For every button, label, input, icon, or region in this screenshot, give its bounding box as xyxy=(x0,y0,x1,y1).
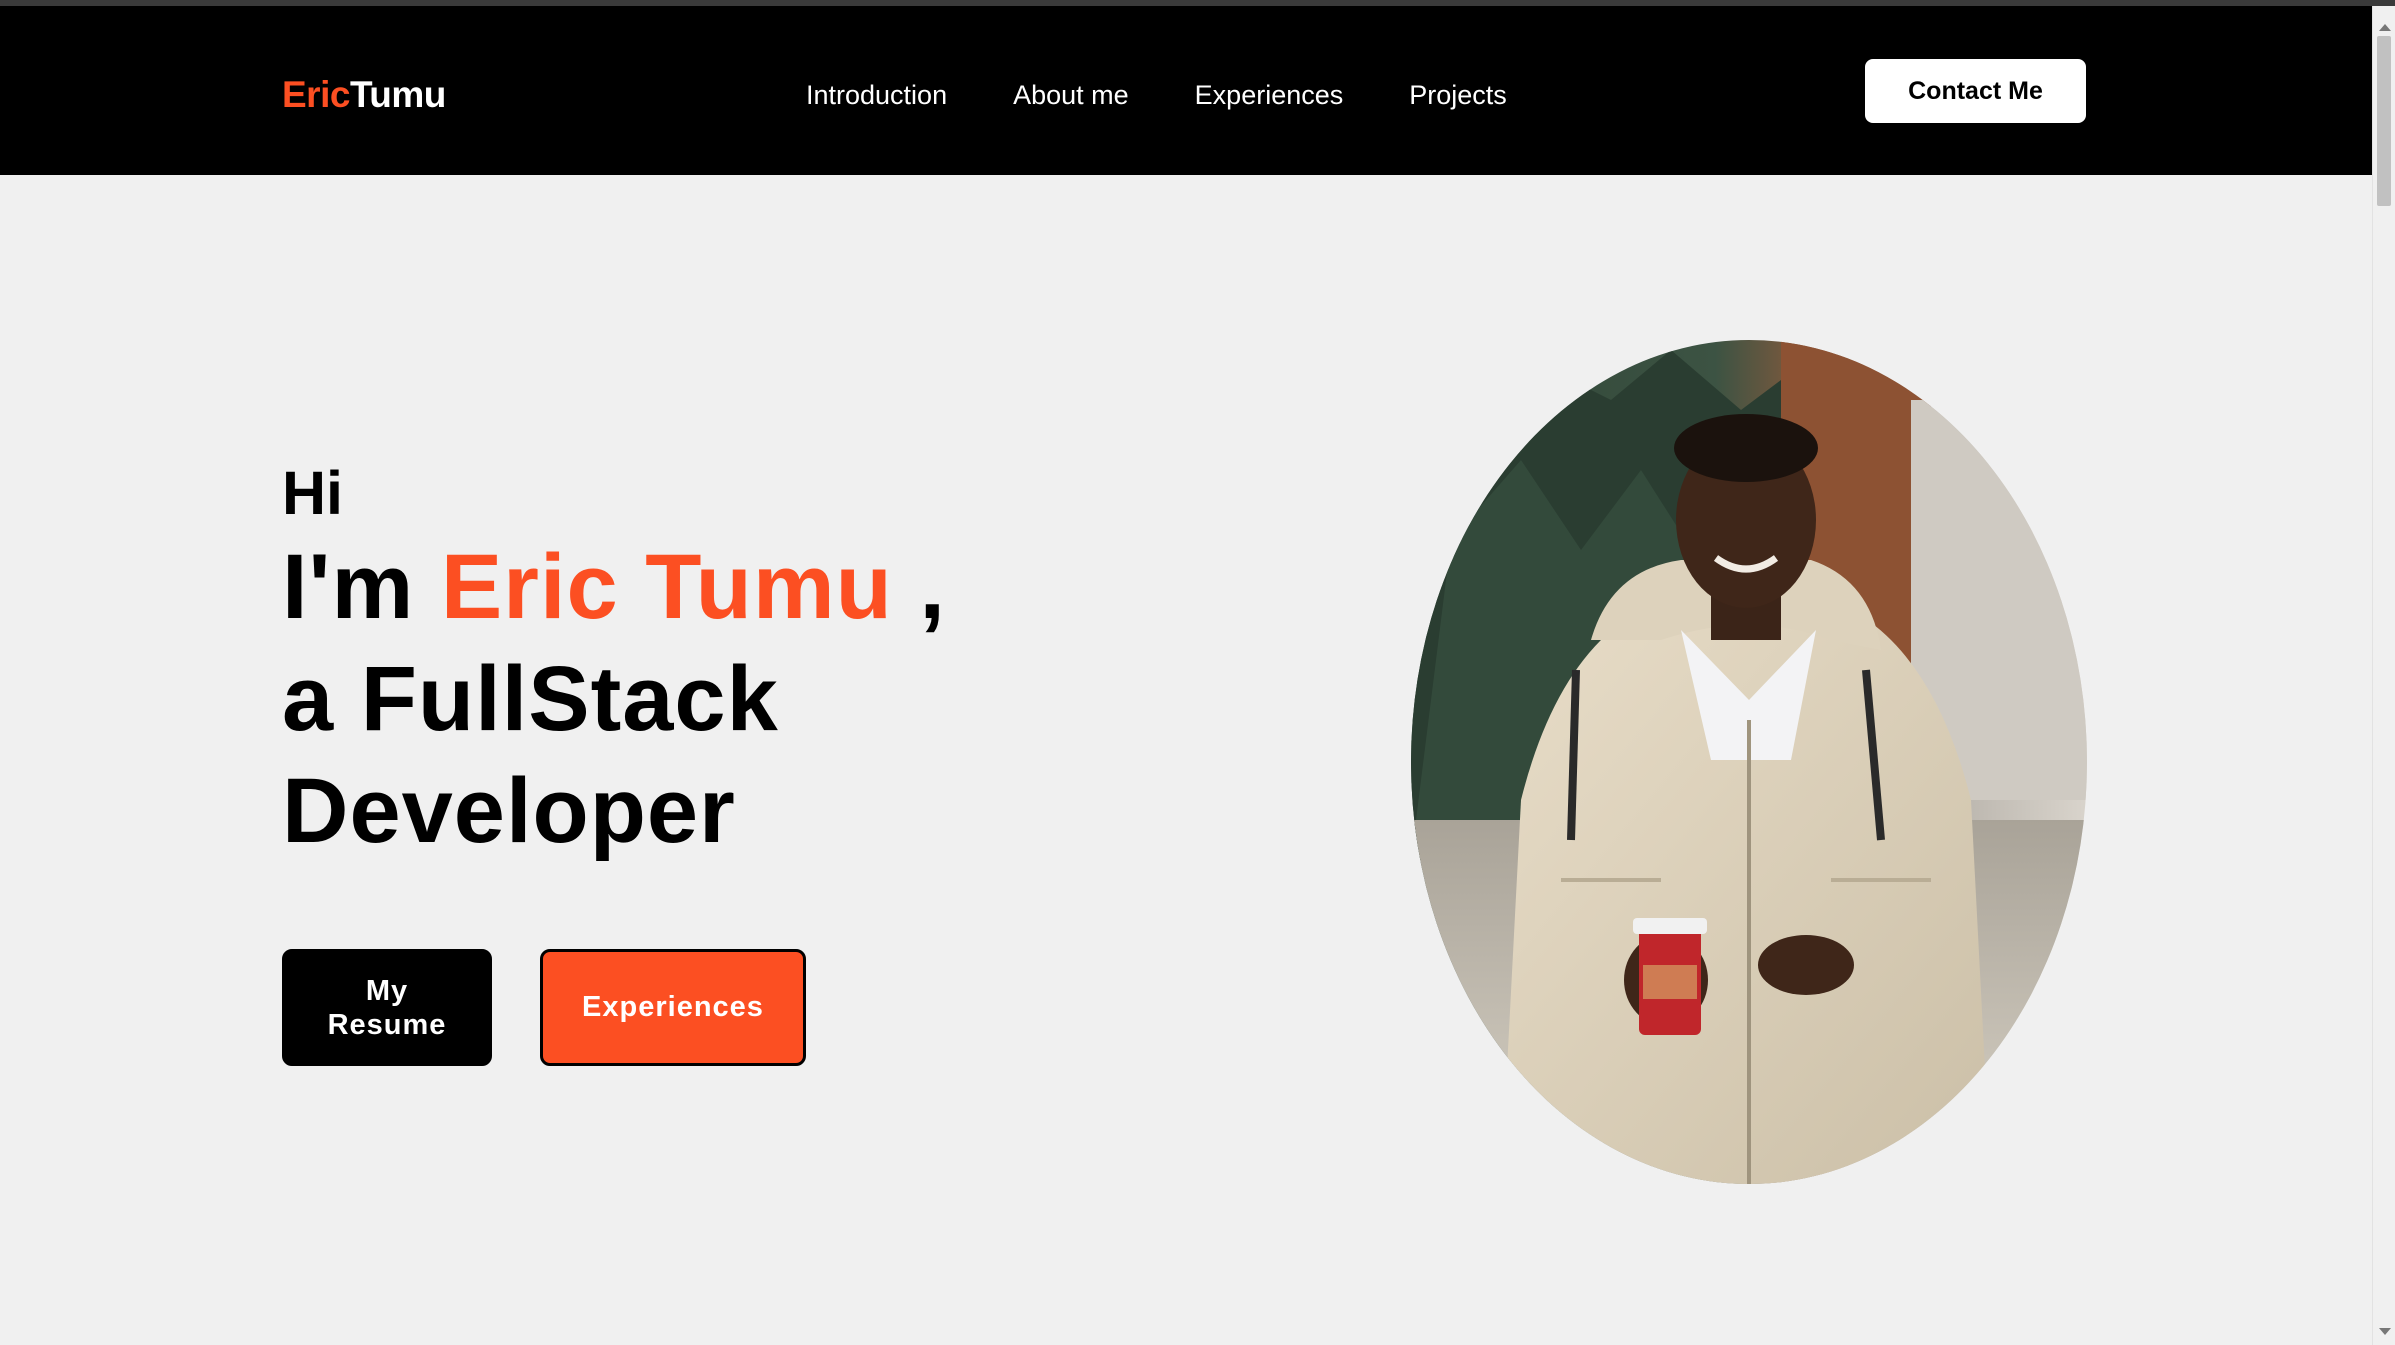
navbar: EricTumu Introduction About me Experienc… xyxy=(0,6,2372,175)
resume-label-line-2: Resume xyxy=(327,1008,447,1041)
hero-greeting: Hi xyxy=(282,459,343,527)
logo-first-name: Eric xyxy=(282,74,350,115)
hero-text: Hi I'm Eric Tumu , a FullStack Developer xyxy=(282,455,1082,867)
scroll-down-arrow-icon[interactable] xyxy=(2379,1328,2391,1335)
profile-photo xyxy=(1411,340,2087,1184)
photo-right-hand xyxy=(1758,935,1854,995)
scroll-thumb[interactable] xyxy=(2377,36,2391,206)
headline-suffix: , xyxy=(892,536,946,638)
headline-prefix: I'm xyxy=(282,536,441,638)
nav-link-experiences[interactable]: Experiences xyxy=(1195,72,1344,118)
hero-headline: I'm Eric Tumu , a FullStack Developer xyxy=(282,531,1082,867)
nav-link-about-me[interactable]: About me xyxy=(1013,72,1129,118)
headline-line-3: Developer xyxy=(282,760,736,862)
photo-hair xyxy=(1674,414,1818,482)
my-resume-button[interactable]: My Resume xyxy=(282,949,492,1066)
nav-links: Introduction About me Experiences Projec… xyxy=(806,72,1507,118)
headline-line-1: I'm Eric Tumu , xyxy=(282,531,1082,643)
scroll-up-arrow-icon[interactable] xyxy=(2379,24,2391,31)
site-logo[interactable]: EricTumu xyxy=(282,66,446,124)
logo-last-name: Tumu xyxy=(349,74,446,115)
contact-me-button[interactable]: Contact Me xyxy=(1865,59,2086,123)
headline-name: Eric Tumu xyxy=(440,536,893,638)
profile-photo-illustration xyxy=(1411,340,2087,1184)
headline-line-2: a FullStack xyxy=(282,648,779,750)
page-scrollbar[interactable] xyxy=(2372,6,2395,1345)
resume-label-line-1: My xyxy=(365,974,409,1007)
nav-link-projects[interactable]: Projects xyxy=(1409,72,1507,118)
nav-link-introduction[interactable]: Introduction xyxy=(806,72,947,118)
experiences-button[interactable]: Experiences xyxy=(540,949,806,1066)
